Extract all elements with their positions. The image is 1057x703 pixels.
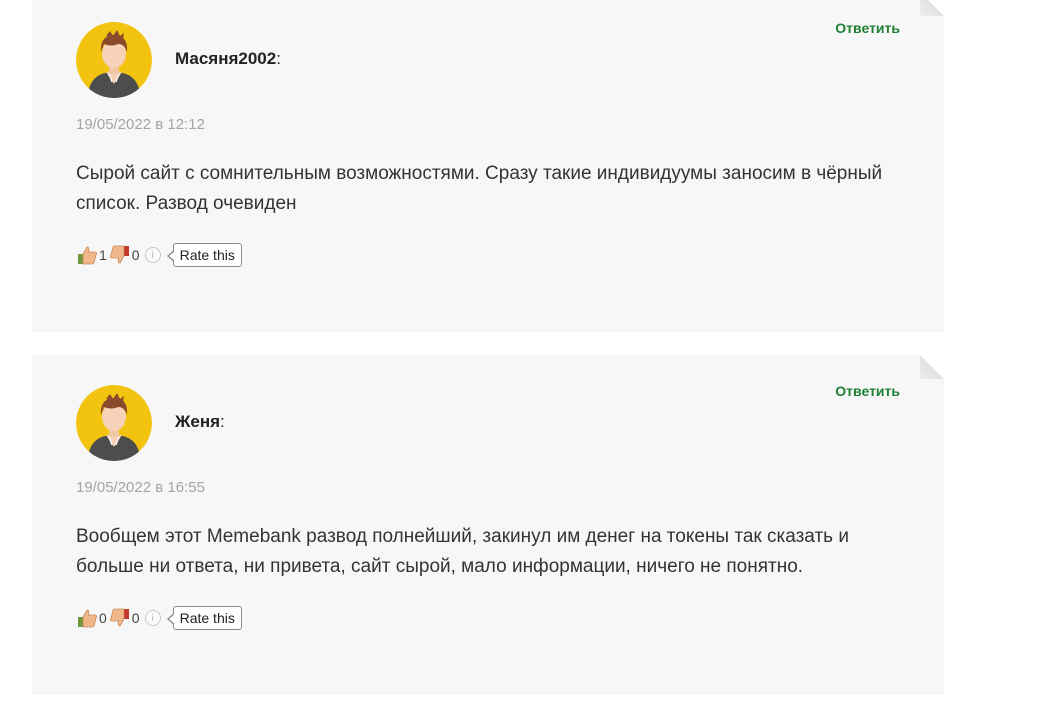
thumbs-down-icon[interactable] <box>109 244 131 266</box>
author-separator: : <box>220 412 225 431</box>
comment-card: Масяня2002: Ответить 19/05/2022 в 12:12 … <box>32 0 944 332</box>
info-icon[interactable]: i <box>144 610 161 626</box>
thumbs-down-icon[interactable] <box>109 607 131 629</box>
user-avatar-icon <box>76 22 152 98</box>
dislikes-count: 0 <box>131 610 140 626</box>
rate-this-tooltip: Rate this <box>166 606 242 630</box>
comment-text: Вообщем этот Memebank развод полнейший, … <box>76 526 849 577</box>
likes-count: 0 <box>99 610 107 626</box>
thumbs-up-icon[interactable] <box>76 244 98 266</box>
page-fold-corner <box>920 0 944 16</box>
comments-list: Масяня2002: Ответить 19/05/2022 в 12:12 … <box>0 0 1057 703</box>
author-name[interactable]: Масяня2002 <box>175 49 276 68</box>
author-name[interactable]: Женя <box>175 412 220 431</box>
rate-this-tooltip: Rate this <box>166 243 242 267</box>
comment-rating: 0 0 i Rate this <box>76 604 242 632</box>
dislikes-count: 0 <box>131 247 140 263</box>
info-icon[interactable]: i <box>144 247 161 263</box>
page-fold-corner <box>920 355 944 379</box>
comment-rating: 1 0 i Rate this <box>76 241 242 269</box>
comment-card: Женя: Ответить 19/05/2022 в 16:55 Вообще… <box>32 355 944 695</box>
comment-text: Сырой сайт с сомнительным возможностями.… <box>76 163 883 214</box>
reply-link[interactable]: Ответить <box>835 383 900 399</box>
comment-date: 19/05/2022 в 12:12 <box>76 116 205 133</box>
comment-author: Женя: <box>175 412 225 432</box>
likes-count: 1 <box>99 247 107 263</box>
author-separator: : <box>276 49 281 68</box>
avatar <box>76 22 152 98</box>
comment-date: 19/05/2022 в 16:55 <box>76 479 205 496</box>
thumbs-up-icon[interactable] <box>76 607 98 629</box>
avatar <box>76 385 152 461</box>
comment-author: Масяня2002: <box>175 49 281 69</box>
reply-link[interactable]: Ответить <box>835 20 900 36</box>
user-avatar-icon <box>76 385 152 461</box>
